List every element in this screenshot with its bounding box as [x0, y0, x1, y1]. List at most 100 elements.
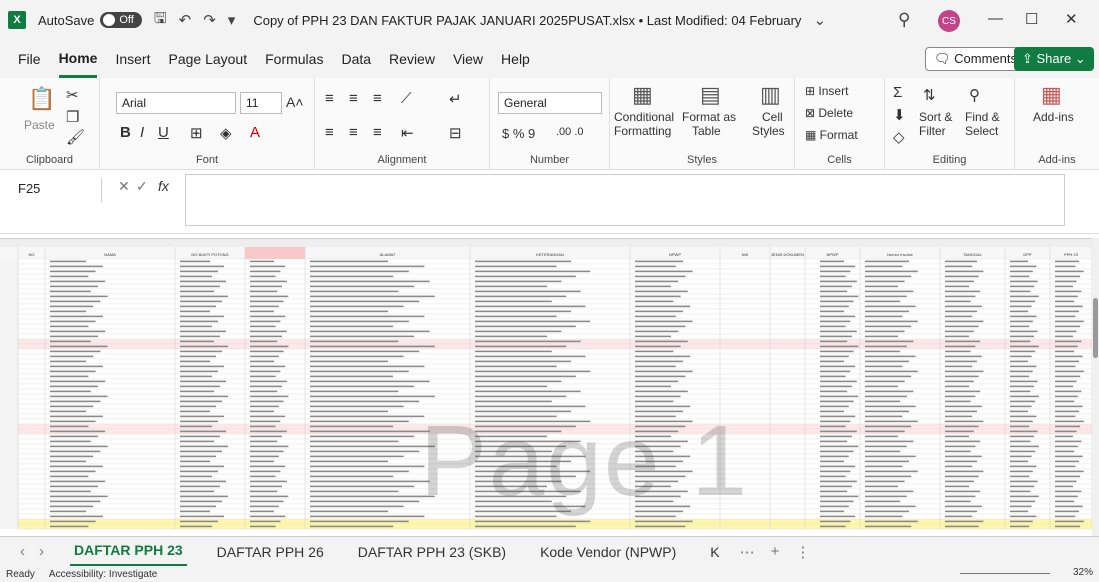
document-title[interactable]: Copy of PPH 23 DAN FAKTUR PAJAK JANUARI … — [253, 13, 801, 28]
fx-label[interactable]: fx — [158, 178, 169, 194]
sort-label-2[interactable]: Filter — [919, 124, 946, 138]
menu-help[interactable]: Help — [501, 40, 530, 78]
format-painter-icon[interactable]: 🖌 — [66, 128, 85, 146]
copy-icon[interactable]: ❐ — [66, 108, 79, 126]
orientation-icon[interactable]: ⟋ — [401, 90, 412, 107]
enter-icon[interactable]: ✓ — [136, 178, 148, 195]
cell-text — [1055, 525, 1081, 528]
formula-input[interactable] — [185, 174, 1065, 226]
search-icon[interactable]: ⚲ — [898, 10, 910, 30]
borders-icon[interactable]: ⊞ — [190, 124, 203, 142]
clear-icon[interactable]: ◇ — [893, 128, 905, 146]
name-box[interactable]: F25 — [12, 178, 102, 202]
save-icon[interactable]: 🖫 — [154, 8, 167, 33]
indent-icon[interactable]: ⇤ — [401, 124, 414, 142]
cut-icon[interactable]: ✂ — [66, 86, 79, 104]
find-label-2[interactable]: Select — [965, 124, 998, 138]
vertical-scrollbar[interactable] — [1092, 238, 1099, 536]
autosum-icon[interactable]: Σ — [893, 84, 902, 101]
currency-icon[interactable]: $ % 9 — [502, 126, 535, 141]
menu-view[interactable]: View — [453, 40, 483, 78]
bold-icon[interactable]: B — [120, 124, 131, 141]
customize-icon[interactable]: ▾ — [228, 11, 236, 29]
cell-text — [865, 420, 918, 423]
minimize-icon[interactable]: — — [988, 10, 1003, 27]
avatar[interactable]: CS — [938, 10, 960, 32]
cell-text — [865, 300, 901, 303]
cell-text — [180, 480, 226, 483]
addins-button[interactable]: Add-ins — [1033, 110, 1074, 124]
underline-icon[interactable]: U — [158, 124, 169, 141]
tab-prev-icon[interactable]: ‹ — [20, 543, 25, 560]
menu-file[interactable]: File — [18, 40, 41, 78]
sheet-tab-2[interactable]: DAFTAR PPH 23 (SKB) — [354, 537, 510, 567]
tab-menu-icon[interactable]: ⋮ — [795, 543, 810, 561]
font-size-combo[interactable]: 11 — [240, 92, 282, 114]
paste-icon[interactable]: 📋 — [28, 86, 55, 112]
redo-icon[interactable]: ↷ — [203, 11, 216, 29]
autosave-toggle[interactable]: Off — [100, 12, 142, 28]
align-right-icon[interactable]: ≡ — [373, 124, 382, 141]
sheet-tab-0[interactable]: DAFTAR PPH 23 — [70, 537, 187, 567]
menu-formulas[interactable]: Formulas — [265, 40, 323, 78]
sheet-tab-4[interactable]: K — [706, 537, 723, 567]
share-button[interactable]: ⇪ Share ⌄ — [1014, 47, 1094, 71]
format-as-label-2[interactable]: Table — [692, 124, 721, 138]
sort-label[interactable]: Sort & — [919, 110, 952, 124]
font-color-icon[interactable]: A — [250, 124, 260, 141]
tab-next-icon[interactable]: › — [39, 543, 44, 560]
format-as-table-icon[interactable]: ▤ — [700, 82, 721, 108]
cancel-icon[interactable]: ✕ — [118, 178, 130, 195]
cell-label-2[interactable]: Styles — [752, 124, 785, 138]
merge-icon[interactable]: ⊟ — [449, 124, 462, 142]
find-label[interactable]: Find & — [965, 110, 1000, 124]
fill-color-icon[interactable]: ◈ — [220, 124, 232, 142]
align-bottom-icon[interactable]: ≡ — [373, 90, 382, 107]
fill-icon[interactable]: ⬇ — [893, 106, 906, 124]
italic-icon[interactable]: I — [140, 124, 144, 141]
paste-label[interactable]: Paste — [24, 118, 55, 132]
find-icon[interactable]: ⚲ — [969, 86, 980, 104]
align-left-icon[interactable]: ≡ — [325, 124, 334, 141]
conditional-formatting-icon[interactable]: ▦ — [632, 82, 653, 108]
scroll-thumb[interactable] — [1093, 298, 1098, 358]
sheet-tab-3[interactable]: Kode Vendor (NPWP) — [536, 537, 680, 567]
format-cells-button[interactable]: ▦ Format — [805, 128, 858, 142]
sort-filter-icon[interactable]: ⇅ — [923, 86, 936, 104]
cell-label[interactable]: Cell — [762, 110, 783, 124]
zoom-level[interactable]: 32% — [1073, 567, 1093, 578]
comments-button[interactable]: 🗨 Comments — [925, 47, 1026, 71]
format-as-label[interactable]: Format as — [682, 110, 736, 124]
maximize-icon[interactable]: ☐ — [1025, 10, 1038, 28]
worksheet-grid[interactable]: NONAMANO BUKTI POTONGNOMOR BUKTIALAMATKE… — [0, 238, 1092, 536]
grow-font-icon[interactable]: A˄ — [286, 94, 304, 110]
menu-review[interactable]: Review — [389, 40, 435, 78]
zoom-slider[interactable] — [960, 573, 1050, 574]
conditional-label[interactable]: Conditional — [614, 110, 674, 124]
menu-data[interactable]: Data — [341, 40, 371, 78]
cell-styles-icon[interactable]: ▥ — [760, 82, 781, 108]
table-row — [17, 283, 1092, 290]
font-name-combo[interactable]: Arial — [116, 92, 236, 114]
align-middle-icon[interactable]: ≡ — [349, 90, 358, 107]
align-top-icon[interactable]: ≡ — [325, 90, 334, 107]
conditional-label-2[interactable]: Formatting — [614, 124, 671, 138]
addins-icon[interactable]: ▦ — [1041, 82, 1062, 108]
delete-cells-button[interactable]: ⊠ Delete — [805, 106, 853, 120]
menu-home[interactable]: Home — [58, 40, 98, 78]
wrap-text-icon[interactable]: ↵ — [449, 90, 462, 108]
menu-insert[interactable]: Insert — [115, 40, 150, 78]
close-icon[interactable]: ✕ — [1065, 10, 1078, 28]
insert-cells-button[interactable]: ⊞ Insert — [805, 84, 848, 98]
align-center-icon[interactable]: ≡ — [349, 124, 358, 141]
decimal-icon[interactable]: .00 .0 — [556, 126, 584, 138]
accessibility-status[interactable]: Accessibility: Investigate — [49, 569, 157, 580]
undo-icon[interactable]: ↶ — [179, 11, 192, 29]
number-format-combo[interactable]: General — [498, 92, 602, 114]
chevron-down-icon[interactable]: ⌄ — [813, 11, 826, 29]
sheet-tab-1[interactable]: DAFTAR PPH 26 — [213, 537, 328, 567]
more-tabs-icon[interactable]: ⋯ — [740, 543, 755, 561]
add-sheet-icon[interactable]: + — [771, 543, 780, 560]
cell-text — [180, 430, 226, 433]
menu-page-layout[interactable]: Page Layout — [168, 40, 247, 78]
